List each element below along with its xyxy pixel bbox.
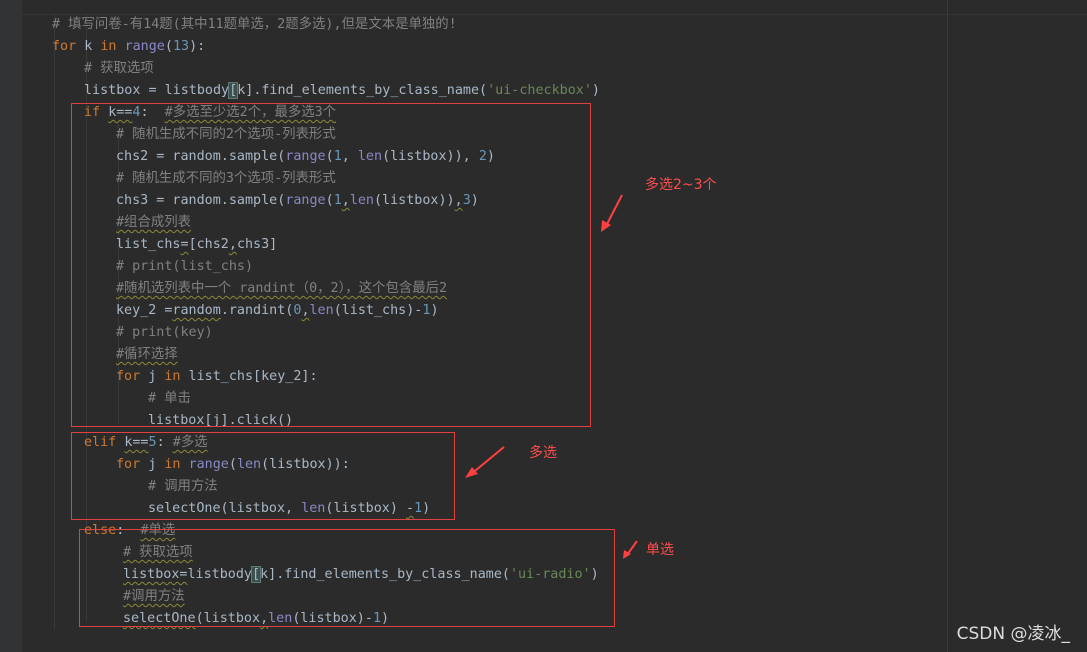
keyword: in xyxy=(100,39,117,54)
arrow-icon xyxy=(465,446,505,478)
annotation-box-multi-2-3 xyxy=(71,103,591,427)
comment: # 获取选项 xyxy=(84,61,154,76)
editor-top-strip xyxy=(0,0,1087,15)
comment: # 填写问卷-有14题(其中11题单选，2题多选),但是文本是单独的! xyxy=(52,17,457,32)
arrow-icon xyxy=(623,540,638,559)
string: 'ui-checkbox' xyxy=(487,83,592,98)
watermark: CSDN @凌冰_ xyxy=(956,624,1070,644)
bracket-highlight: [ xyxy=(228,82,239,99)
code-line: # 填写问卷-有14题(其中11题单选，2题多选),但是文本是单独的! xyxy=(52,14,457,36)
indent-guide-1 xyxy=(54,14,55,630)
code-line: for k in range(13): xyxy=(52,39,206,54)
right-margin-guide xyxy=(947,0,948,652)
annotation-box-single xyxy=(79,529,615,627)
number: 13 xyxy=(172,39,190,54)
arrow-icon xyxy=(601,194,623,232)
line-gutter xyxy=(0,0,22,652)
annotation-single: 单选 xyxy=(646,542,674,558)
annotation-box-multi xyxy=(71,432,455,520)
builtin: range xyxy=(124,39,165,54)
code-line: # 获取选项 xyxy=(84,58,154,80)
keyword: for xyxy=(52,39,77,54)
code-line: listbox = listbody[k].find_elements_by_c… xyxy=(84,82,600,99)
annotation-multi-2-3: 多选2~3个 xyxy=(645,177,717,193)
annotation-multi: 多选 xyxy=(529,445,557,461)
